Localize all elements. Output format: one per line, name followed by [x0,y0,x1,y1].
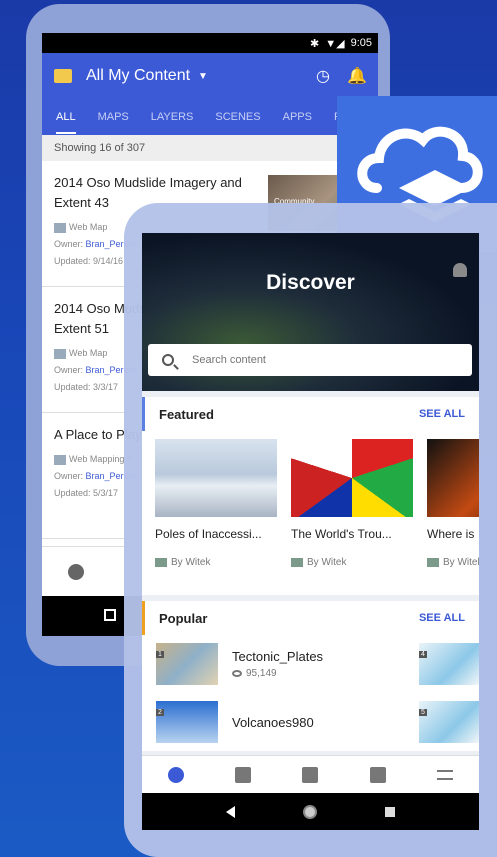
search-icon [162,354,174,366]
page-title: Discover [266,271,355,294]
card-image [427,439,479,517]
item-type: Web Map [69,222,108,232]
map-icon [54,348,66,359]
featured-label: Featured [159,406,214,422]
card-image [155,439,277,517]
popular-header: Popular SEE ALL [142,601,479,635]
card-title: Where is [427,527,475,541]
web-app-icon [54,454,66,465]
rank-badge: 1 [156,651,164,658]
tab-apps[interactable]: APPS [283,111,312,123]
tab-maps[interactable]: MAPS [98,111,129,123]
card-title: Poles of Inaccessi... [155,527,262,541]
featured-see-all-button[interactable]: SEE ALL [419,408,465,420]
compass-icon[interactable] [68,563,84,580]
item-thumbnail: 2 [156,701,218,743]
rank-badge: 4 [419,651,427,658]
app-bar: All My Content ▼ ◷ 🔔 [42,53,378,99]
owner-label: Owner: [54,365,84,375]
search-bar[interactable] [148,344,472,376]
item-type: Web Mapping A [69,454,133,464]
view-count: 95,149 [232,668,323,679]
clock-time: 9:05 [350,37,372,49]
discover-header: Discover [142,233,479,391]
popular-section: Popular SEE ALL 1 Tectonic_Plates 95,149… [142,601,479,751]
groups-icon[interactable] [302,766,319,783]
search-input[interactable] [192,354,452,366]
featured-section: Featured SEE ALL Poles of Inaccessi... B… [142,397,479,595]
organization-icon[interactable] [369,766,386,783]
popular-label: Popular [159,610,208,626]
back-icon[interactable] [226,805,235,818]
owner-label: Owner: [54,239,84,249]
featured-header: Featured SEE ALL [142,397,479,431]
compass-icon[interactable] [167,766,184,783]
recents-icon[interactable] [104,609,116,621]
author-name: By Witek [443,557,479,568]
bell-icon[interactable]: 🔔 [347,67,367,85]
web-map-icon [155,558,167,567]
clipboard-icon[interactable] [235,766,252,783]
map-icon [54,222,66,233]
signal-icon: ▼◢ [325,37,345,50]
rank-badge: 2 [156,709,164,716]
item-title: Volcanoes980 [232,714,314,730]
author-name: By Witek [171,557,211,568]
featured-card[interactable]: Poles of Inaccessi... By Witek [155,439,277,595]
tab-layers[interactable]: LAYERS [151,111,194,123]
popular-item[interactable]: 1 Tectonic_Plates 95,149 4 [142,635,479,693]
front-phone-screen: Discover Featured SEE ALL Poles of Inacc… [142,233,479,830]
popular-see-all-button[interactable]: SEE ALL [419,612,465,624]
item-title: Tectonic_Plates [232,649,324,664]
next-item-thumbnail[interactable]: 5 [419,701,479,743]
featured-carousel[interactable]: Poles of Inaccessi... By Witek The World… [142,431,479,595]
menu-icon[interactable] [437,769,454,780]
folder-icon [54,69,72,83]
item-type: Web Map [69,348,108,358]
views-value: 95,149 [246,668,277,679]
owner-label: Owner: [54,471,84,481]
web-map-icon [291,558,303,567]
home-icon[interactable] [303,804,317,819]
card-author: By Witek [427,557,479,568]
item-thumbnail: 1 [156,643,218,685]
status-bar: ✱ ▼◢ 9:05 [42,33,378,53]
bottom-nav [142,755,479,793]
card-author: By Witek [155,557,277,568]
results-count: Showing 16 of 307 [42,135,378,161]
history-icon[interactable]: ◷ [314,67,332,85]
bell-icon[interactable] [453,263,467,277]
tab-scenes[interactable]: SCENES [215,111,260,123]
content-tabs: ALL MAPS LAYERS SCENES APPS FI [42,99,378,135]
next-item-thumbnail[interactable]: 4 [419,643,479,685]
eye-icon [232,670,242,677]
recents-icon[interactable] [385,806,395,817]
page-title: All My Content [86,67,191,84]
card-image [291,439,413,517]
chevron-down-icon: ▼ [198,70,208,82]
author-name: By Witek [307,557,347,568]
featured-card[interactable]: Where is By Witek [427,439,479,595]
web-map-icon [427,558,439,567]
card-author: By Witek [291,557,413,568]
content-title-dropdown[interactable]: All My Content ▼ [86,67,298,85]
featured-card[interactable]: The World's Trou... By Witek [291,439,413,595]
card-title: The World's Trou... [291,527,392,541]
tab-all[interactable]: ALL [56,101,76,134]
popular-item[interactable]: 2 Volcanoes980 5 [142,693,479,751]
rank-badge: 5 [419,709,427,716]
system-nav-bar [142,793,479,830]
bluetooth-icon: ✱ [310,37,320,50]
